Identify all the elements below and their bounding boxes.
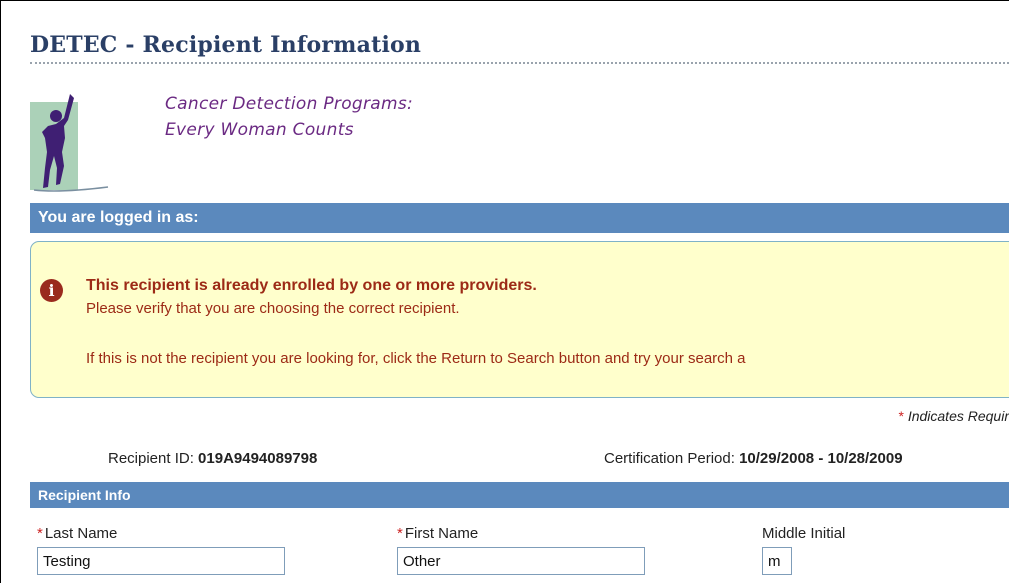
logged-in-bar: You are logged in as: <box>30 203 1009 233</box>
page-title: DETEC - Recipient Information <box>30 32 422 58</box>
program-name-line2: Every Woman Counts <box>165 120 354 140</box>
certification-period-label: Certification Period: <box>604 450 735 467</box>
last-name-field[interactable] <box>37 547 285 575</box>
window-top-border <box>0 0 1009 1</box>
certification-period: Certification Period: 10/29/2008 - 10/28… <box>604 450 903 467</box>
alert-heading: This recipient is already enrolled by on… <box>86 277 537 294</box>
certification-period-value: 10/29/2008 - 10/28/2009 <box>739 450 903 467</box>
required-star: * <box>898 408 904 424</box>
woman-figure-logo-icon <box>30 94 109 192</box>
window-left-border <box>0 0 1 583</box>
required-star: * <box>397 525 403 542</box>
title-divider <box>30 62 1009 64</box>
info-icon: i <box>40 279 63 302</box>
alert-message-return: If this is not the recipient you are loo… <box>86 350 746 367</box>
first-name-label: * First Name <box>397 525 478 542</box>
last-name-label: * Last Name <box>37 525 117 542</box>
required-note-text: Indicates Requir <box>907 408 1009 424</box>
required-fields-note: * Indicates Requir <box>898 408 1009 424</box>
recipient-id: Recipient ID: 019A9494089798 <box>108 450 317 467</box>
recipient-id-label: Recipient ID: <box>108 450 194 467</box>
first-name-field[interactable] <box>397 547 645 575</box>
program-logo <box>30 92 110 194</box>
required-star: * <box>37 525 43 542</box>
program-name-line1: Cancer Detection Programs: <box>165 94 414 114</box>
middle-initial-field[interactable] <box>762 547 792 575</box>
recipient-id-value: 019A9494089798 <box>198 450 318 467</box>
middle-initial-label: Middle Initial <box>762 525 846 542</box>
enrollment-alert: i This recipient is already enrolled by … <box>30 241 1009 398</box>
first-name-label-text: First Name <box>404 525 479 542</box>
recipient-info-section-header: Recipient Info <box>30 482 1009 508</box>
alert-message-verify: Please verify that you are choosing the … <box>86 300 460 317</box>
last-name-label-text: Last Name <box>44 525 118 542</box>
